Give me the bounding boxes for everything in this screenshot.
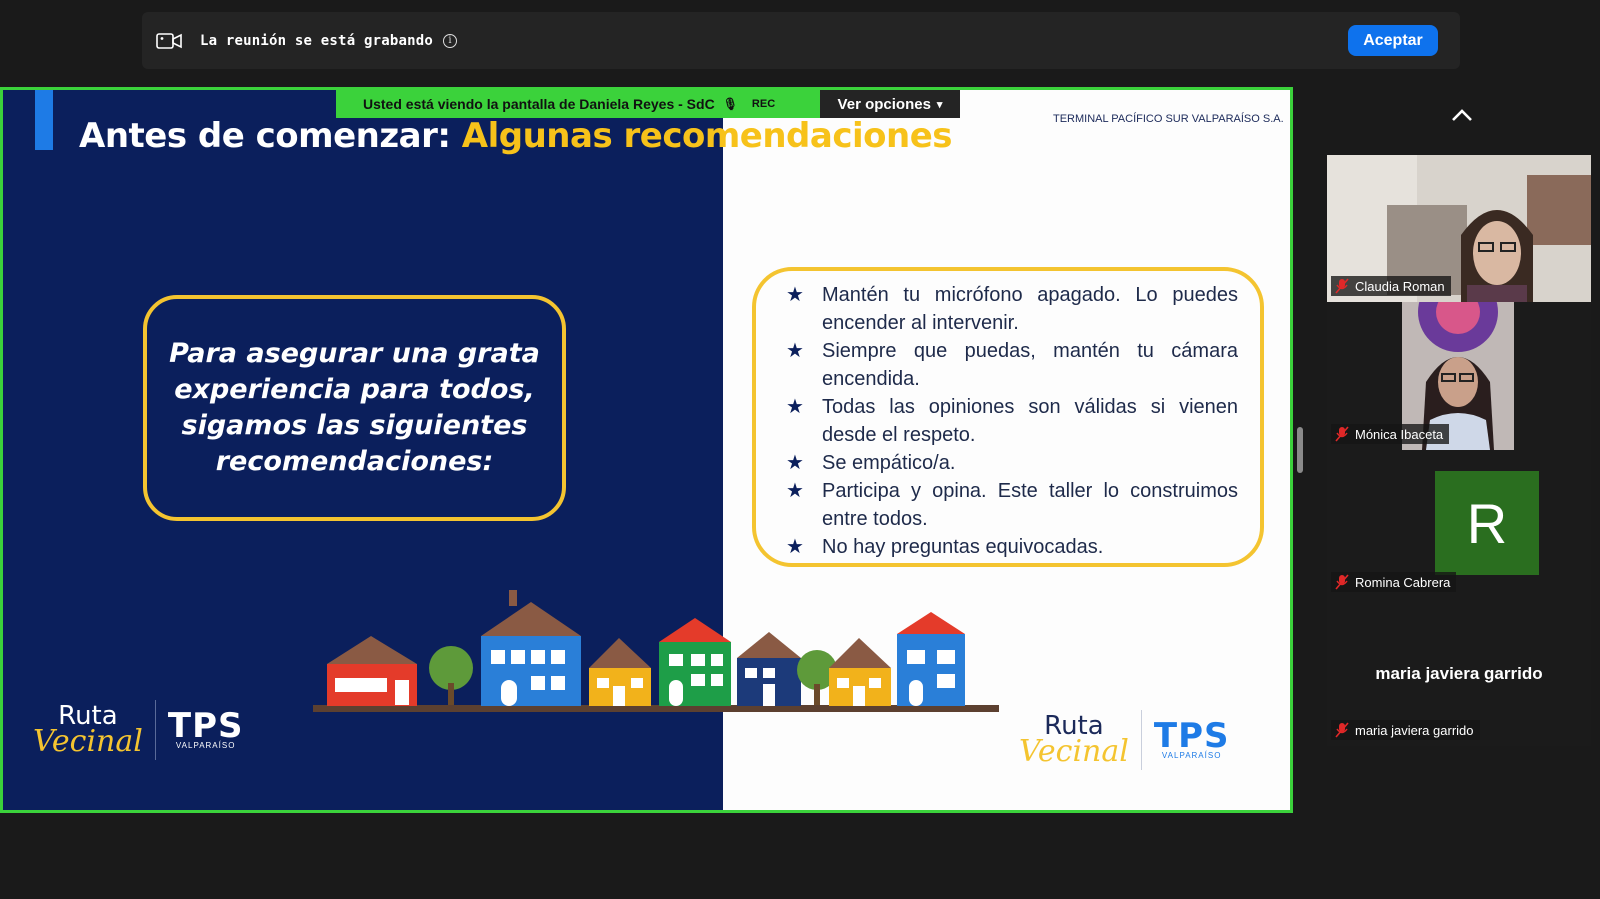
star-icon: ★: [786, 340, 804, 362]
title-accent-bar: [35, 90, 53, 150]
list-item: ★ Siempre que puedas, mantén tu cámara en…: [786, 337, 1238, 393]
list-item: ★ Se empático/a.: [786, 449, 1238, 477]
participant-name-tag: maria javiera garrido: [1331, 720, 1480, 740]
slide-title-white: Antes de comenzar:: [79, 116, 462, 156]
view-options-button[interactable]: Ver opciones ▾: [820, 90, 960, 118]
info-icon[interactable]: i: [442, 33, 457, 48]
ruta-vecinal-tps-logo-right: Ruta Vecinal TPS VALPARAÍSO: [1019, 710, 1230, 770]
chevron-up-icon[interactable]: [1450, 108, 1474, 122]
recording-notice-text: La reunión se está grabando: [200, 32, 433, 49]
video-camera-icon: [156, 32, 182, 49]
participant-video-tile[interactable]: maria javiera garrido maria javiera garr…: [1327, 598, 1591, 746]
panel-resize-handle[interactable]: [1297, 427, 1303, 473]
mic-muted-icon: [1335, 426, 1349, 442]
star-icon: ★: [786, 284, 804, 306]
participant-video-tile[interactable]: R Romina Cabrera: [1327, 450, 1591, 598]
rec-label: REC: [751, 98, 776, 110]
accept-button[interactable]: Aceptar: [1348, 25, 1438, 56]
mic-muted-icon: 🎙: [722, 97, 738, 111]
participant-name-tag: Romina Cabrera: [1331, 572, 1457, 592]
star-icon: ★: [786, 480, 804, 502]
star-icon: ★: [786, 452, 804, 474]
mic-muted-icon: [1335, 574, 1349, 590]
houses-illustration: [313, 590, 999, 712]
star-icon: ★: [786, 396, 804, 418]
intro-text: Para asegurar una grata experiencia para…: [169, 338, 540, 477]
participant-display-name: maria javiera garrido: [1375, 664, 1543, 683]
slide-title-yellow: Algunas recomendaciones: [461, 116, 953, 156]
chevron-down-icon: ▾: [936, 98, 943, 111]
company-name: TERMINAL PACÍFICO SUR VALPARAÍSO S.A.: [1053, 113, 1284, 125]
list-item: ★ Todas las opiniones son válidas si vien…: [786, 393, 1238, 449]
list-item: ★ Mantén tu micrófono apagado. Lo puedes …: [786, 281, 1238, 337]
avatar: R: [1435, 471, 1539, 575]
ruta-vecinal-tps-logo-left: Ruta Vecinal TPS VALPARAÍSO: [33, 700, 244, 760]
viewing-text: Usted está viendo la pantalla de Daniela…: [363, 96, 715, 112]
participant-video-tile[interactable]: Claudia Roman: [1327, 155, 1591, 302]
slide-title: Antes de comenzar: Algunas recomendacion…: [79, 116, 953, 156]
zoom-meeting-window: La reunión se está grabando i Aceptar An…: [0, 0, 1600, 899]
participant-name-tag: Claudia Roman: [1331, 276, 1451, 296]
participant-video-tile[interactable]: Mónica Ibaceta: [1327, 302, 1591, 450]
mic-muted-icon: [1335, 278, 1349, 294]
intro-box: Para asegurar una grata experiencia para…: [143, 295, 566, 521]
list-item: ★ Participa y opina. Este taller lo const…: [786, 477, 1238, 533]
participant-name-tag: Mónica Ibaceta: [1331, 424, 1450, 444]
mic-muted-icon: [1335, 722, 1349, 738]
shared-screen: Antes de comenzar: Algunas recomendacion…: [0, 87, 1293, 813]
screen-share-indicator: Usted está viendo la pantalla de Daniela…: [336, 90, 820, 118]
recommendations-box: ★ Mantén tu micrófono apagado. Lo puedes …: [752, 267, 1264, 567]
star-icon: ★: [786, 536, 804, 558]
list-item: ★ No hay preguntas equivocadas.: [786, 533, 1238, 561]
recommendations-list: ★ Mantén tu micrófono apagado. Lo puedes …: [786, 281, 1238, 561]
recording-banner: La reunión se está grabando i Aceptar: [142, 12, 1460, 69]
